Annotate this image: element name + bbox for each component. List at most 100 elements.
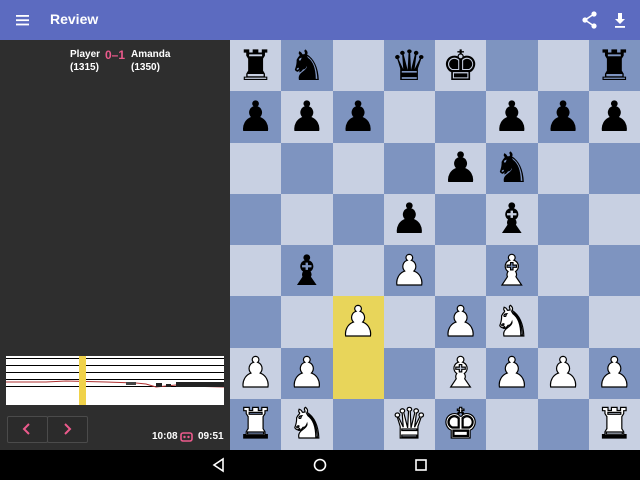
square-a8[interactable]: ♜	[230, 40, 282, 92]
square-b1[interactable]: ♞	[281, 398, 333, 450]
square-c4[interactable]	[332, 245, 384, 297]
white-rook-icon[interactable]: ♜	[589, 399, 640, 450]
square-f2[interactable]: ♟	[486, 347, 538, 399]
white-pawn-icon[interactable]: ♟	[589, 348, 640, 399]
square-d4[interactable]: ♟	[383, 245, 435, 297]
black-pawn-icon[interactable]: ♟	[281, 91, 332, 142]
square-e5[interactable]	[435, 193, 487, 245]
square-c6[interactable]	[332, 142, 384, 194]
square-d5[interactable]: ♟	[383, 193, 435, 245]
square-h4[interactable]	[588, 245, 640, 297]
square-g4[interactable]	[537, 245, 589, 297]
square-f6[interactable]: ♞	[486, 142, 538, 194]
black-pawn-icon[interactable]: ♟	[435, 143, 486, 194]
square-b8[interactable]: ♞	[281, 40, 333, 92]
square-h7[interactable]: ♟	[588, 91, 640, 143]
evaluation-graph[interactable]	[6, 356, 224, 405]
square-h2[interactable]: ♟	[588, 347, 640, 399]
square-e2[interactable]: ♝	[435, 347, 487, 399]
square-b3[interactable]	[281, 296, 333, 348]
white-knight-icon[interactable]: ♞	[486, 296, 537, 347]
black-bishop-icon[interactable]: ♝	[281, 245, 332, 296]
white-bishop-icon[interactable]: ♝	[435, 348, 486, 399]
black-pawn-icon[interactable]: ♟	[538, 91, 589, 142]
menu-icon[interactable]	[14, 11, 32, 29]
share-icon[interactable]	[580, 10, 600, 30]
black-knight-icon[interactable]: ♞	[281, 40, 332, 91]
chess-board[interactable]: ♜ ♞ ♛ ♚ ♜ ♟ ♟ ♟ ♟ ♟ ♟ ♟ ♞ ♟ ♝ ♝ ♟ ♝ ♟ ♟ ♞ ♟ ♟ ♝ ♟ ♟ ♟ ♜ ♞ ♛ ♚ ♜	[230, 40, 640, 450]
square-d1[interactable]: ♛	[383, 398, 435, 450]
white-bishop-icon[interactable]: ♝	[486, 245, 537, 296]
square-a4[interactable]	[230, 245, 282, 297]
square-g6[interactable]	[537, 142, 589, 194]
black-king-icon[interactable]: ♚	[435, 40, 486, 91]
black-rook-icon[interactable]: ♜	[230, 40, 281, 91]
next-move-button[interactable]	[47, 416, 88, 443]
white-pawn-icon[interactable]: ♟	[435, 296, 486, 347]
white-pawn-icon[interactable]: ♟	[486, 348, 537, 399]
square-e1[interactable]: ♚	[435, 398, 487, 450]
square-e4[interactable]	[435, 245, 487, 297]
square-a5[interactable]	[230, 193, 282, 245]
square-d6[interactable]	[383, 142, 435, 194]
square-e7[interactable]	[435, 91, 487, 143]
square-h6[interactable]	[588, 142, 640, 194]
back-icon[interactable]	[211, 457, 227, 473]
square-e8[interactable]: ♚	[435, 40, 487, 92]
square-a3[interactable]	[230, 296, 282, 348]
square-d3[interactable]	[383, 296, 435, 348]
square-f8[interactable]	[486, 40, 538, 92]
black-knight-icon[interactable]: ♞	[486, 143, 537, 194]
square-c1[interactable]	[332, 398, 384, 450]
square-f5[interactable]: ♝	[486, 193, 538, 245]
square-h8[interactable]: ♜	[588, 40, 640, 92]
square-a7[interactable]: ♟	[230, 91, 282, 143]
black-pawn-icon[interactable]: ♟	[589, 91, 640, 142]
square-e3[interactable]: ♟	[435, 296, 487, 348]
square-c7[interactable]: ♟	[332, 91, 384, 143]
square-d8[interactable]: ♛	[383, 40, 435, 92]
square-c5[interactable]	[332, 193, 384, 245]
black-bishop-icon[interactable]: ♝	[486, 194, 537, 245]
white-pawn-icon[interactable]: ♟	[230, 348, 281, 399]
square-g2[interactable]: ♟	[537, 347, 589, 399]
square-a6[interactable]	[230, 142, 282, 194]
square-g1[interactable]	[537, 398, 589, 450]
black-pawn-icon[interactable]: ♟	[384, 194, 435, 245]
square-e6[interactable]: ♟	[435, 142, 487, 194]
white-queen-icon[interactable]: ♛	[384, 399, 435, 450]
square-g5[interactable]	[537, 193, 589, 245]
white-knight-icon[interactable]: ♞	[281, 399, 332, 450]
square-g8[interactable]	[537, 40, 589, 92]
black-rook-icon[interactable]: ♜	[589, 40, 640, 91]
black-pawn-icon[interactable]: ♟	[333, 91, 384, 142]
square-c2[interactable]	[332, 347, 384, 399]
white-pawn-icon[interactable]: ♟	[384, 245, 435, 296]
white-pawn-icon[interactable]: ♟	[538, 348, 589, 399]
square-f3[interactable]: ♞	[486, 296, 538, 348]
white-pawn-icon[interactable]: ♟	[333, 296, 384, 347]
black-queen-icon[interactable]: ♛	[384, 40, 435, 91]
square-g3[interactable]	[537, 296, 589, 348]
black-pawn-icon[interactable]: ♟	[230, 91, 281, 142]
square-g7[interactable]: ♟	[537, 91, 589, 143]
square-b6[interactable]	[281, 142, 333, 194]
download-icon[interactable]	[611, 10, 629, 30]
square-c8[interactable]	[332, 40, 384, 92]
recents-icon[interactable]	[413, 457, 429, 473]
square-b4[interactable]: ♝	[281, 245, 333, 297]
previous-move-button[interactable]	[7, 416, 48, 443]
square-b2[interactable]: ♟	[281, 347, 333, 399]
white-pawn-icon[interactable]: ♟	[281, 348, 332, 399]
square-h5[interactable]	[588, 193, 640, 245]
square-h1[interactable]: ♜	[588, 398, 640, 450]
square-a2[interactable]: ♟	[230, 347, 282, 399]
white-rook-icon[interactable]: ♜	[230, 399, 281, 450]
square-a1[interactable]: ♜	[230, 398, 282, 450]
home-icon[interactable]	[312, 457, 328, 473]
square-f4[interactable]: ♝	[486, 245, 538, 297]
square-d7[interactable]	[383, 91, 435, 143]
square-f1[interactable]	[486, 398, 538, 450]
square-h3[interactable]	[588, 296, 640, 348]
white-king-icon[interactable]: ♚	[435, 399, 486, 450]
